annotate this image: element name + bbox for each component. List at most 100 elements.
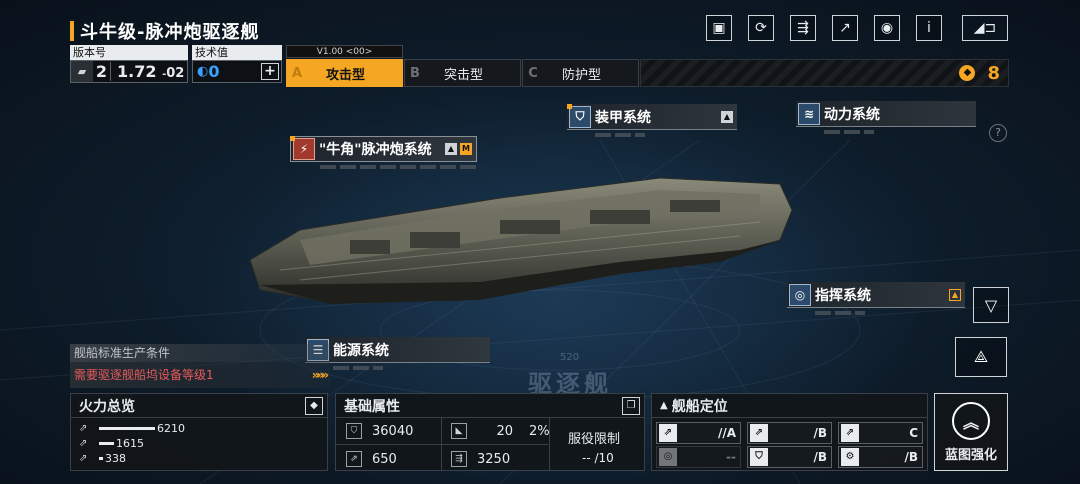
position-cell: ⚙ /B (838, 446, 923, 468)
position-cell: ◎ -- (656, 446, 741, 468)
info-button[interactable]: i (916, 15, 942, 41)
currency-value: 8 (987, 62, 1000, 84)
weapon-system-label: "牛角"脉冲炮系统 (319, 142, 432, 158)
speed-icon: ⇗ (346, 451, 362, 467)
tech-add-button[interactable]: + (261, 63, 279, 80)
firepower-row: ⇗ 6210 (71, 421, 327, 436)
back-button[interactable]: ◢⊐ (962, 15, 1008, 41)
energy-system-label: 能源系统 (333, 342, 389, 359)
role-icon: ⇗ (659, 424, 677, 442)
firepower-title: 火力总览 (71, 394, 327, 418)
ship-model[interactable] (240, 170, 800, 330)
version-sub: 02 (166, 66, 185, 81)
view-button[interactable]: ◉ (874, 15, 900, 41)
marker-dot (290, 136, 295, 141)
mode-letter: C (528, 65, 538, 81)
thruster-icon: ≋ (798, 102, 820, 125)
tech-value: ◐ 0 + (192, 60, 282, 83)
mode-label: 防护型 (561, 67, 601, 83)
ship-title: 斗牛级-脉冲炮驱逐舰 (80, 22, 260, 43)
marker-dot (567, 104, 572, 109)
refresh-button[interactable]: ⟳ (748, 15, 774, 41)
armor-system-label: 装甲系统 (595, 109, 651, 126)
upgrade-icon: ▲ (949, 288, 961, 301)
triangle-badge-icon: ▽ (984, 295, 998, 315)
version-main: 2 (93, 62, 111, 81)
slot-ticks (333, 366, 383, 370)
view-icon: ◉ (880, 20, 894, 36)
hp-value: 36040 (372, 423, 414, 439)
chevron-icon: ◆ (310, 400, 318, 411)
hp-stat: ⛉ 36040 (346, 423, 413, 439)
mode-version: V1.00 <00> (286, 45, 403, 58)
tab-mode-b[interactable]: B 突击型 (404, 59, 521, 87)
energy-system-header: ☰ 能源系统 (305, 337, 490, 363)
slot-ticks (815, 311, 865, 315)
background-number: 520 (560, 352, 580, 363)
role-icon: ⇗ (841, 424, 859, 442)
firepower-row: ⇗ 338 (71, 451, 327, 466)
hazard-stripe (640, 59, 1009, 87)
siege-icon: ⇗ (79, 453, 88, 464)
tab-mode-c[interactable]: C 防护型 (522, 59, 639, 87)
formation-button[interactable]: ▽ (973, 287, 1009, 323)
coin-icon: ◆ (959, 65, 976, 81)
tech-label: 技术值 (192, 45, 282, 60)
power-system-tag[interactable]: ≋ 动力系统 (796, 101, 976, 134)
version-number: 1.72 -02 (111, 62, 184, 81)
tab-mode-a[interactable]: A 攻击型 (286, 59, 403, 87)
position-value: //A (717, 426, 736, 440)
command-system-tag[interactable]: ◎ 指挥系统 ▲ (787, 282, 965, 315)
title-accent (70, 21, 74, 41)
weapon-system-tag[interactable]: ⚡ "牛角"脉冲炮系统 ▲ M (290, 136, 477, 169)
manufacturer-icon: ▰ (71, 61, 93, 82)
share-icon: ⇶ (797, 20, 809, 36)
fleet-add-icon: ⟁ (973, 347, 989, 366)
power-system-label: 动力系统 (824, 106, 880, 123)
radar-icon: ◎ (789, 283, 811, 306)
back-icon: ◢⊐ (973, 20, 997, 36)
expand-button[interactable]: ❐ (622, 397, 640, 415)
share-button[interactable]: ⇶ (790, 15, 816, 41)
firepower-bar (99, 427, 155, 430)
command-system-header: ◎ 指挥系统 ▲ (787, 282, 965, 308)
anti-aircraft-icon: ⇗ (79, 438, 88, 449)
service-limit-value: -- /10 (582, 451, 614, 465)
position-value: /B (904, 450, 918, 464)
position-cell: ⇗ //A (656, 422, 741, 444)
production-title: 舰船标准生产条件 (70, 344, 330, 362)
arrows-icon: »»» (311, 368, 329, 382)
production-requirement[interactable]: 需要驱逐舰船坞设备等级1 »»» (70, 362, 330, 388)
gallery-button[interactable]: ▣ (706, 15, 732, 41)
service-limit-label: 服役限制 (568, 432, 621, 447)
role-icon: ⚙ (841, 448, 859, 466)
export-button[interactable]: ↗ (832, 15, 858, 41)
energy-system-tag[interactable]: ☰ 能源系统 (305, 337, 490, 370)
firepower-row: ⇗ 1615 (71, 436, 327, 451)
mode-letter: B (410, 65, 420, 81)
slot-ticks (824, 130, 874, 134)
blueprint-enhance-button[interactable]: ︽ 蓝图强化 (934, 393, 1008, 471)
fleet-add-button[interactable]: ⟁ (955, 337, 1007, 377)
firepower-value: 338 (105, 452, 126, 465)
mode-label: 突击型 (443, 67, 483, 83)
production-panel: 舰船标准生产条件 需要驱逐舰船坞设备等级1 »»» (70, 344, 330, 388)
armor-system-header: ⛉ 装甲系统 ▲ (567, 104, 737, 130)
armor-stat: ◣ 20 2% (451, 423, 550, 439)
weapon-badge: M (460, 143, 472, 155)
currency: ◆ 8 (959, 59, 1000, 87)
firepower-bar (99, 457, 103, 460)
collapse-button[interactable]: ◆ (305, 397, 323, 415)
shield-icon: ⛉ (569, 105, 591, 128)
position-cell: ⇗ /B (747, 422, 832, 444)
hp-icon: ⛉ (346, 423, 362, 439)
position-value: /B (813, 426, 827, 440)
firepower-bar (99, 442, 114, 445)
speed-value: 650 (372, 451, 397, 467)
speed-stat: ⇗ 650 (346, 451, 397, 467)
armor-system-tag[interactable]: ⛉ 装甲系统 ▲ (567, 104, 737, 137)
position-value: C (909, 426, 918, 440)
version-label: 版本号 (70, 45, 188, 60)
enhance-label: 蓝图强化 (944, 447, 997, 463)
help-icon[interactable]: ? (989, 124, 1007, 142)
